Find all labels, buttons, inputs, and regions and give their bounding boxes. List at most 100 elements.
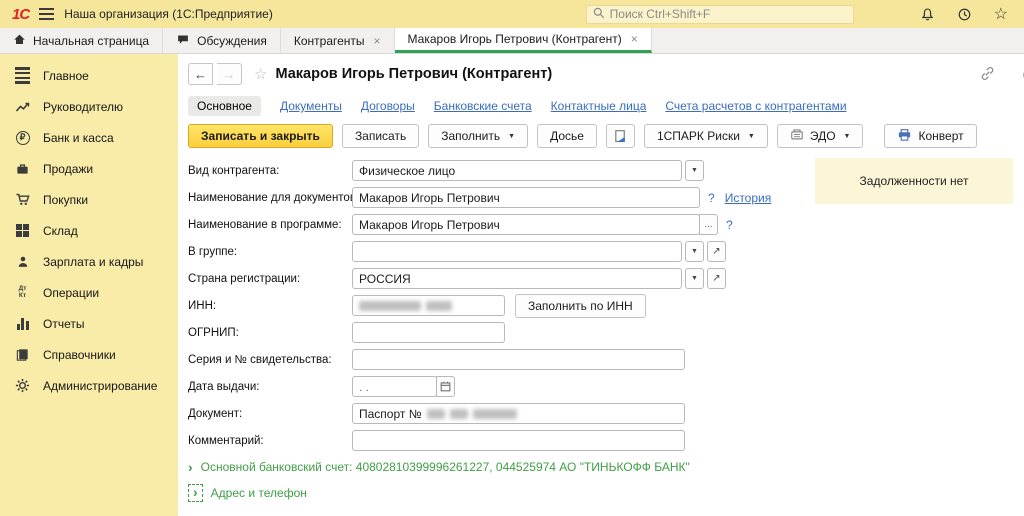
nav-link-bank-accounts[interactable]: Банковские счета: [434, 99, 532, 113]
sidebar-item-label: Склад: [43, 224, 78, 238]
help-icon[interactable]: ?: [708, 191, 715, 205]
envelope-print-button[interactable]: Конверт: [884, 124, 976, 148]
notifications-bell-icon[interactable]: [920, 7, 935, 22]
document-input[interactable]: Паспорт №: [352, 403, 685, 424]
sidebar-item-purchases[interactable]: Покупки: [0, 184, 178, 215]
attached-files-button[interactable]: [606, 124, 635, 148]
sidebar-item-warehouse[interactable]: Склад: [0, 215, 178, 246]
main-menu-icon[interactable]: [39, 8, 54, 20]
name-in-program-input[interactable]: Макаров Игорь Петрович: [352, 214, 700, 235]
inn-input[interactable]: [352, 295, 505, 316]
back-button[interactable]: ←: [188, 63, 213, 85]
name-for-documents-input[interactable]: Макаров Игорь Петрович: [352, 187, 700, 208]
open-button[interactable]: ↗: [707, 268, 726, 289]
section-collapsed-partial[interactable]: ›: [188, 507, 193, 516]
nav-link-settlement-accounts[interactable]: Счета расчетов с контрагентами: [665, 99, 846, 113]
printer-icon: [897, 128, 912, 145]
discussion-icon[interactable]: [1016, 67, 1024, 83]
field-label: Наименование для документов:: [188, 192, 352, 204]
certificate-input[interactable]: [352, 349, 685, 370]
field-certificate: Серия и № свидетельства:: [188, 346, 1024, 373]
bar-chart-icon: [14, 315, 31, 332]
sidebar-item-label: Зарплата и кадры: [43, 255, 143, 269]
tab-label: Макаров Игорь Петрович (Контрагент): [408, 32, 622, 46]
save-and-close-button[interactable]: Записать и закрыть: [188, 124, 333, 148]
comment-input[interactable]: [352, 430, 685, 451]
close-icon[interactable]: ×: [374, 34, 381, 48]
field-issue-date: Дата выдачи: . .: [188, 373, 1024, 400]
global-search-input[interactable]: Поиск Ctrl+Shift+F: [586, 5, 854, 24]
redacted-value: [473, 409, 517, 419]
sidebar-item-directories[interactable]: Справочники: [0, 339, 178, 370]
sidebar-item-administration[interactable]: Администрирование: [0, 370, 178, 401]
tab-label: Контрагенты: [294, 34, 365, 48]
nav-link-documents[interactable]: Документы: [280, 99, 342, 113]
sidebar-item-main[interactable]: Главное: [0, 60, 178, 91]
field-inn: ИНН: Заполнить по ИНН: [188, 292, 1024, 319]
nav-link-contact-persons[interactable]: Контактные лица: [551, 99, 647, 113]
ellipsis-button[interactable]: ...: [699, 214, 718, 235]
close-icon[interactable]: ×: [631, 32, 638, 46]
field-name-in-program: Наименование в программе: Макаров Игорь …: [188, 211, 1024, 238]
field-label: Серия и № свидетельства:: [188, 354, 352, 366]
sidebar-item-bank-cash[interactable]: ₽ Банк и касса: [0, 122, 178, 153]
calendar-icon[interactable]: [436, 376, 455, 397]
edo-button[interactable]: ЭДО▼: [777, 124, 864, 148]
group-combobox[interactable]: [352, 241, 682, 262]
fill-by-inn-button[interactable]: Заполнить по ИНН: [515, 294, 646, 318]
toolbar: Записать и закрыть Записать Заполнить▼ Д…: [188, 124, 1024, 148]
section-main-bank-account[interactable]: › Основной банковский счет: 408028103999…: [188, 454, 1024, 480]
issue-date-input[interactable]: . .: [352, 376, 437, 397]
1c-logo: 1С: [12, 6, 29, 23]
redacted-value: [427, 409, 445, 419]
sidebar-item-manager[interactable]: Руководителю: [0, 91, 178, 122]
field-label: Вид контрагента:: [188, 165, 352, 177]
nav-link-contracts[interactable]: Договоры: [361, 99, 415, 113]
country-combobox[interactable]: РОССИЯ: [352, 268, 682, 289]
section-address-phone[interactable]: › Адрес и телефон: [188, 480, 1024, 506]
history-icon[interactable]: [957, 7, 972, 22]
field-label: Наименование в программе:: [188, 219, 352, 231]
field-label: Комментарий:: [188, 435, 352, 447]
person-icon: [14, 253, 31, 270]
tab-bar: Начальная страница Обсуждения Контрагент…: [0, 28, 1024, 54]
tab-discussions[interactable]: Обсуждения: [163, 28, 281, 53]
dropdown-button[interactable]: ▼: [685, 268, 704, 289]
favorites-star-icon[interactable]: ☆: [994, 4, 1008, 24]
sidebar-item-reports[interactable]: Отчеты: [0, 308, 178, 339]
spark-risks-button[interactable]: 1СПАРК Риски▼: [644, 124, 768, 148]
cart-icon: [14, 191, 31, 208]
history-link[interactable]: История: [725, 191, 772, 205]
favorite-star-icon[interactable]: ☆: [254, 65, 267, 83]
field-ogrnip: ОГРНИП:: [188, 319, 1024, 346]
search-icon: [593, 7, 605, 22]
sidebar-item-operations[interactable]: ДтКт Операции: [0, 277, 178, 308]
help-icon[interactable]: ?: [726, 218, 733, 232]
sidebar-item-salary-hr[interactable]: Зарплата и кадры: [0, 246, 178, 277]
forward-button[interactable]: →: [217, 63, 242, 85]
tab-contractors-list[interactable]: Контрагенты ×: [281, 28, 395, 53]
redacted-value: [359, 301, 421, 311]
org-title: Наша организация (1С:Предприятие): [64, 7, 273, 21]
dropdown-button[interactable]: ▼: [685, 241, 704, 262]
section-title: Адрес и телефон: [211, 486, 307, 500]
sidebar-item-sales[interactable]: Продажи: [0, 153, 178, 184]
chevron-down-icon: ▼: [844, 133, 851, 140]
dropdown-button[interactable]: ▼: [685, 160, 704, 181]
dossier-button[interactable]: Досье: [537, 124, 597, 148]
copy-link-icon[interactable]: [980, 66, 995, 84]
home-icon: [13, 33, 26, 49]
chat-icon: [176, 33, 190, 49]
fill-button[interactable]: Заполнить▼: [428, 124, 528, 148]
ogrnip-input[interactable]: [352, 322, 505, 343]
save-button[interactable]: Записать: [342, 124, 419, 148]
open-button[interactable]: ↗: [707, 241, 726, 262]
gear-icon: [14, 377, 31, 394]
nav-link-main[interactable]: Основное: [188, 96, 261, 116]
tab-contractor-card[interactable]: Макаров Игорь Петрович (Контрагент) ×: [395, 28, 652, 53]
field-label: В группе:: [188, 246, 352, 258]
sidebar-item-label: Продажи: [43, 162, 93, 176]
contractor-card-form: ← → ☆ Макаров Игорь Петрович (Контрагент…: [178, 54, 1024, 516]
contractor-type-combobox[interactable]: Физическое лицо: [352, 160, 682, 181]
tab-home[interactable]: Начальная страница: [0, 28, 163, 53]
